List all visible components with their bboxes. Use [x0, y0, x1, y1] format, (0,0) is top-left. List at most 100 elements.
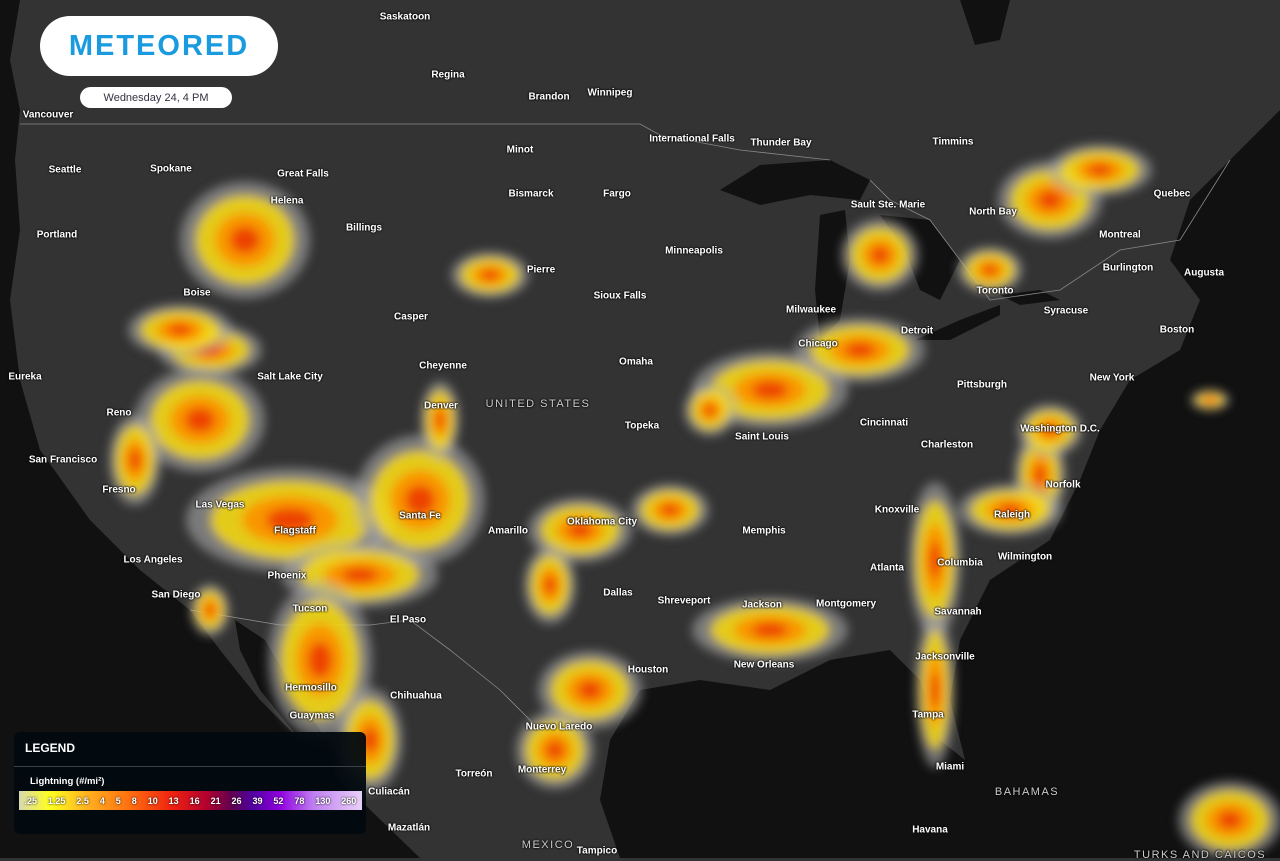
map-label: Montreal — [1099, 229, 1141, 241]
map-label: Minneapolis — [665, 245, 723, 257]
legend-value: 52 — [273, 795, 284, 806]
lightning-cell — [185, 408, 215, 432]
map-label: Minot — [506, 144, 534, 156]
lightning-cell — [1218, 811, 1242, 829]
map-label: Jackson — [741, 599, 783, 611]
map-label: Houston — [627, 664, 669, 676]
map-label: Guaymas — [289, 710, 335, 722]
lightning-cell — [752, 381, 788, 399]
map-label: Tampa — [912, 709, 944, 721]
map-label: Portland — [36, 229, 78, 241]
lightning-cell — [661, 504, 679, 516]
legend-subtitle: Lightning (#/mi²) — [30, 776, 105, 787]
map-label: Detroit — [900, 325, 934, 337]
lightning-cell — [578, 681, 602, 699]
lightning-cell — [752, 622, 788, 638]
map-label: Billings — [345, 222, 383, 234]
map-label: Spokane — [150, 163, 192, 175]
map-label: Cincinnati — [859, 417, 909, 429]
map-label: UNITED STATES — [485, 398, 591, 410]
lightning-cell — [308, 642, 332, 678]
lightning-cell — [845, 342, 875, 358]
map-label: New York — [1089, 372, 1135, 384]
map-label: Charleston — [920, 439, 974, 451]
map-label: Knoxville — [874, 504, 920, 516]
map-label: Chicago — [798, 338, 838, 350]
legend-value: 5 — [115, 795, 121, 806]
lightning-cell — [435, 411, 445, 429]
map-label: Saskatoon — [379, 11, 431, 23]
map-label: Salt Lake City — [257, 371, 323, 383]
map-label: Burlington — [1102, 262, 1154, 274]
logo-text: METEORED — [68, 29, 250, 62]
map-label: Vancouver — [22, 109, 74, 121]
legend-value: 78 — [294, 795, 305, 806]
legend-divider — [14, 766, 366, 767]
legend-value: 130 — [315, 795, 331, 806]
map-label: Toronto — [976, 285, 1014, 297]
map-label: Wilmington — [997, 551, 1053, 563]
map-label: Phoenix — [267, 570, 307, 582]
map-label: Montgomery — [816, 598, 876, 610]
map-label: BAHAMAS — [994, 786, 1060, 798]
map-label: Fargo — [603, 188, 631, 200]
legend-value: 13 — [168, 795, 179, 806]
map-label: Boston — [1159, 324, 1195, 336]
map-label: Savannah — [934, 606, 982, 618]
map-label: Eureka — [8, 371, 42, 383]
map-label: Brandon — [528, 91, 570, 103]
lightning-cell — [704, 404, 716, 416]
map-label: Torreón — [455, 768, 493, 780]
meteored-logo[interactable]: METEORED — [40, 16, 278, 76]
map-label: Syracuse — [1043, 305, 1089, 317]
lightning-cell — [1205, 397, 1215, 403]
legend-title: LEGEND — [25, 741, 76, 755]
map-label: San Francisco — [28, 454, 98, 466]
map-label: Miami — [935, 761, 965, 773]
map-label: International Falls — [649, 133, 735, 145]
map-label: Jacksonville — [915, 651, 975, 663]
map-label: Nuevo Laredo — [525, 721, 593, 733]
map-label: Denver — [424, 400, 458, 412]
legend-color-scale: .25 1.25 2.5 4 5 8 10 13 16 21 26 39 52 78 130 260 — [19, 791, 362, 810]
map-label: Shreveport — [657, 595, 711, 607]
legend-value: .25 — [24, 795, 37, 806]
map-label: San Diego — [151, 589, 201, 601]
map-label: New Orleans — [733, 659, 795, 671]
map-label: Timmins — [932, 136, 974, 148]
map-label: Great Falls — [277, 168, 329, 180]
map-label: Amarillo — [487, 525, 529, 537]
map-label: Sault Ste. Marie — [850, 199, 926, 211]
map-label: Boise — [183, 287, 211, 299]
legend-value: 39 — [252, 795, 263, 806]
lightning-cell — [1038, 191, 1062, 209]
map-label: Omaha — [619, 356, 653, 368]
legend-value: 8 — [131, 795, 137, 806]
map-label: Dallas — [603, 587, 633, 599]
lightning-cell — [1088, 164, 1112, 176]
map-label: Memphis — [742, 525, 786, 537]
map-label: Tampico — [576, 845, 618, 857]
map-label: Seattle — [48, 164, 82, 176]
map-label: Las Vegas — [195, 499, 245, 511]
map-label: MEXICO — [521, 839, 575, 851]
lightning-cell — [982, 264, 998, 276]
map-label: Sioux Falls — [593, 290, 647, 302]
map-label: Quebec — [1153, 188, 1191, 200]
map-label: Regina — [431, 69, 465, 81]
map-label: Tucson — [292, 603, 328, 615]
map-label: Raleigh — [993, 509, 1031, 521]
lightning-cell — [342, 567, 378, 583]
map-label: North Bay — [969, 206, 1017, 218]
legend-value: 16 — [189, 795, 200, 806]
map-label: Oklahoma City — [566, 516, 638, 528]
lightning-cell — [546, 741, 564, 759]
map-label: Norfolk — [1045, 479, 1081, 491]
lightning-cell — [481, 269, 499, 281]
lightning-cell — [871, 246, 889, 264]
map-label: Bismarck — [508, 188, 554, 200]
map-label: Flagstaff — [274, 525, 316, 537]
map-label: Havana — [912, 824, 948, 836]
forecast-time[interactable]: Wednesday 24, 4 PM — [80, 87, 232, 108]
lightning-cell — [230, 226, 260, 254]
